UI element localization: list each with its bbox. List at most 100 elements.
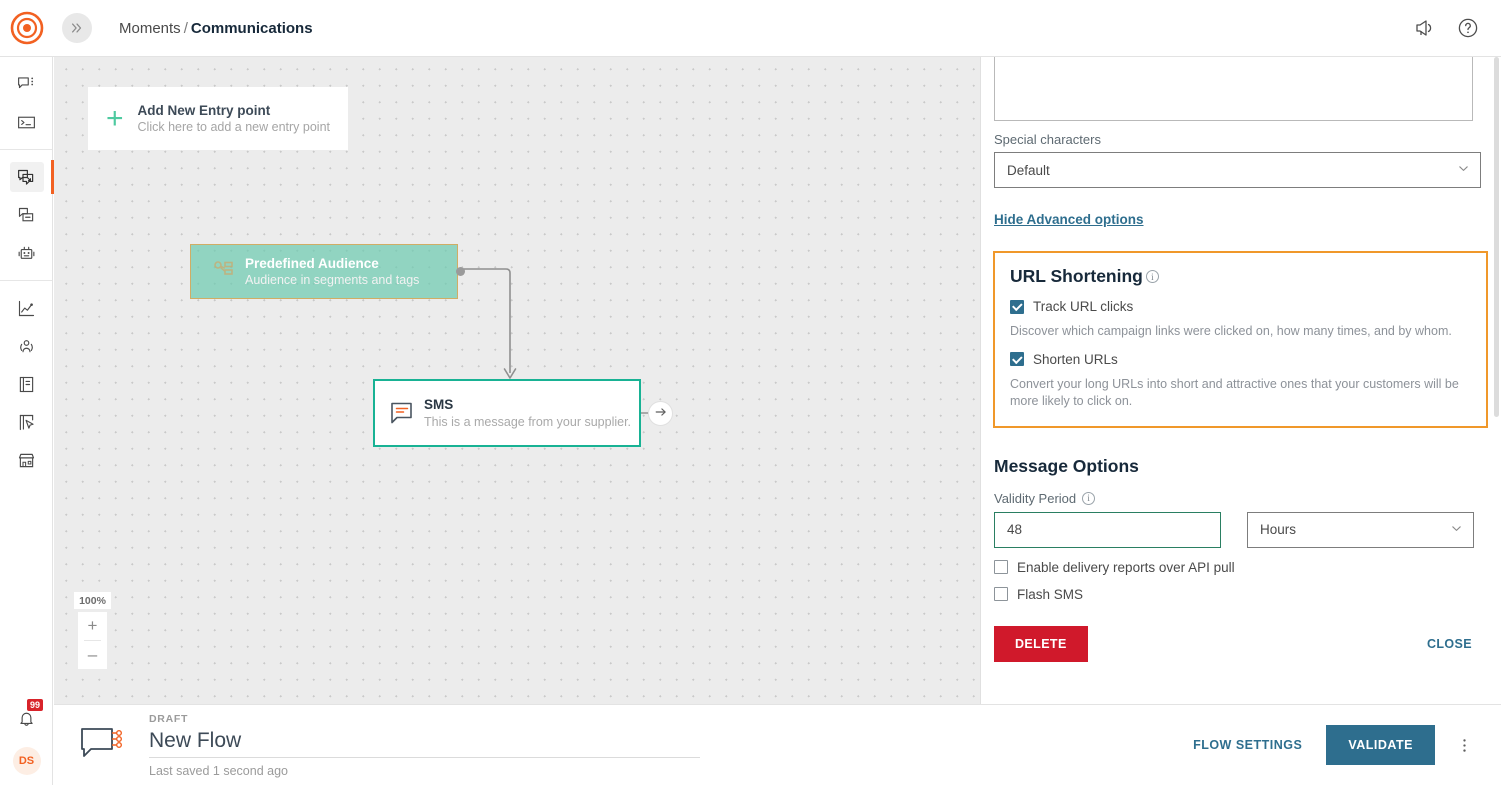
validity-period-input[interactable]: 48	[994, 512, 1221, 548]
chevron-double-right-icon[interactable]	[62, 13, 92, 43]
bell-icon	[16, 708, 37, 734]
flow-status-badge: DRAFT	[149, 713, 700, 725]
sidebar-item-forms[interactable]	[0, 403, 53, 441]
entry-point-subtitle: Click here to add a new entry point	[138, 120, 330, 134]
sidebar-item-content[interactable]	[0, 365, 53, 403]
sidebar-footer: 99 DS	[0, 701, 53, 775]
terminal-icon	[10, 107, 44, 137]
api-pull-label: Enable delivery reports over API pull	[1017, 560, 1235, 575]
add-new-entry-point-card[interactable]: + Add New Entry point Click here to add …	[88, 87, 348, 150]
message-text-input[interactable]	[994, 57, 1473, 121]
flash-sms-checkbox[interactable]	[994, 587, 1008, 601]
sms-settings-panel: Special characters Default Hide Advanced…	[980, 57, 1501, 704]
sidebar-item-broadcast[interactable]	[0, 196, 53, 234]
sidebar-item-developer-tools[interactable]	[0, 103, 53, 141]
shorten-urls-checkbox[interactable]	[1010, 352, 1024, 366]
sidebar-group-1	[0, 57, 52, 149]
validate-button[interactable]: VALIDATE	[1326, 725, 1435, 765]
sidebar-group-2	[0, 150, 52, 280]
audience-segments-icon	[211, 256, 237, 287]
sidebar-item-moments[interactable]	[0, 158, 53, 196]
sms-node[interactable]: SMS This is a message from your supplier…	[373, 379, 641, 447]
sms-bubble-icon	[389, 400, 415, 426]
flow-canvas[interactable]: + Add New Entry point Click here to add …	[54, 57, 980, 704]
flash-sms-row[interactable]: Flash SMS	[994, 587, 1481, 602]
api-pull-checkbox[interactable]	[994, 560, 1008, 574]
avatar[interactable]: DS	[13, 747, 41, 775]
sidebar-group-3	[0, 281, 52, 487]
close-button[interactable]: CLOSE	[1427, 637, 1481, 651]
special-characters-label: Special characters	[994, 132, 1481, 147]
info-icon[interactable]: i	[1146, 270, 1159, 283]
plus-icon: +	[106, 104, 124, 134]
breadcrumb-root[interactable]: Moments	[119, 20, 181, 37]
zoom-out-button[interactable]: –	[78, 641, 107, 669]
breadcrumb-separator: /	[184, 20, 188, 37]
url-shortening-section: URL Shortening i Track URL clicks Discov…	[993, 251, 1488, 428]
track-url-clicks-help: Discover which campaign links were click…	[1010, 323, 1471, 340]
sms-node-add-next-button[interactable]	[648, 401, 673, 426]
flow-name-input[interactable]	[149, 727, 700, 758]
notifications-button[interactable]: 99	[0, 701, 53, 741]
robot-icon	[10, 238, 44, 268]
zoom-controls: 100% + –	[78, 592, 107, 669]
flow-settings-button[interactable]: FLOW SETTINGS	[1179, 728, 1316, 762]
infobip-logo-icon[interactable]	[10, 11, 44, 45]
left-sidebar: 99 DS	[0, 57, 53, 785]
sidebar-item-people[interactable]	[0, 327, 53, 365]
hide-advanced-options-link[interactable]: Hide Advanced options	[994, 212, 1144, 227]
book-icon	[10, 369, 44, 399]
sidebar-item-answers[interactable]	[0, 234, 53, 272]
validity-unit-select[interactable]: Hours	[1247, 512, 1474, 548]
shorten-urls-label: Shorten URLs	[1033, 352, 1118, 367]
form-cursor-icon	[10, 407, 44, 437]
panel-scroll-area: Special characters Default Hide Advanced…	[981, 57, 1501, 704]
entry-point-title: Add New Entry point	[138, 103, 330, 118]
sidebar-item-exchange[interactable]	[0, 441, 53, 479]
flow-saved-text: Last saved 1 second ago	[149, 764, 700, 778]
sidebar-item-analyze[interactable]	[0, 289, 53, 327]
breadcrumb-current: Communications	[191, 20, 313, 37]
people-icon	[10, 331, 44, 361]
audience-node-subtitle: Audience in segments and tags	[245, 273, 419, 287]
sms-node-subtitle: This is a message from your supplier.	[424, 415, 631, 429]
arrow-right-icon	[654, 405, 668, 422]
zoom-level-label: 100%	[74, 592, 111, 609]
delete-button[interactable]: DELETE	[994, 626, 1088, 662]
track-url-clicks-checkbox[interactable]	[1010, 300, 1024, 314]
special-characters-select[interactable]: Default	[994, 152, 1481, 188]
shorten-urls-row[interactable]: Shorten URLs	[1010, 352, 1471, 367]
flow-meta: DRAFT Last saved 1 second ago	[149, 713, 700, 778]
zoom-in-button[interactable]: +	[78, 612, 107, 640]
notification-badge: 99	[27, 699, 43, 711]
more-vertical-icon[interactable]	[1447, 728, 1481, 762]
api-pull-row[interactable]: Enable delivery reports over API pull	[994, 560, 1481, 575]
chevron-down-icon	[1457, 162, 1470, 178]
predefined-audience-node[interactable]: Predefined Audience Audience in segments…	[190, 244, 458, 299]
validity-period-label-row: Validity Period i	[994, 491, 1481, 506]
sms-node-title: SMS	[424, 397, 631, 412]
track-url-clicks-row[interactable]: Track URL clicks	[1010, 299, 1471, 314]
panel-scrollbar[interactable]	[1494, 57, 1499, 417]
shorten-urls-help: Convert your long URLs into short and at…	[1010, 376, 1471, 410]
audience-node-title: Predefined Audience	[245, 256, 419, 271]
help-circle-icon[interactable]	[1457, 17, 1479, 39]
storefront-icon	[10, 445, 44, 475]
url-shortening-heading: URL Shortening i	[1010, 266, 1471, 287]
megaphone-icon[interactable]	[1413, 17, 1435, 39]
zoom-buttons: + –	[78, 612, 107, 669]
special-characters-value: Default	[1007, 163, 1050, 178]
url-shortening-title: URL Shortening	[1010, 266, 1143, 287]
flow-copy-icon	[10, 162, 44, 192]
audience-node-output-port[interactable]	[456, 267, 465, 276]
validity-unit-value: Hours	[1260, 522, 1296, 537]
sidebar-item-conversations[interactable]	[0, 65, 53, 103]
flow-node-icon	[79, 725, 125, 765]
breadcrumb: Moments/Communications	[119, 20, 313, 37]
validity-period-label: Validity Period	[994, 491, 1076, 506]
message-options-heading: Message Options	[994, 456, 1481, 477]
broadcast-icon	[10, 200, 44, 230]
top-header: Moments/Communications	[0, 0, 1501, 57]
bottom-bar-actions: FLOW SETTINGS VALIDATE	[1179, 725, 1481, 765]
info-icon[interactable]: i	[1082, 492, 1095, 505]
